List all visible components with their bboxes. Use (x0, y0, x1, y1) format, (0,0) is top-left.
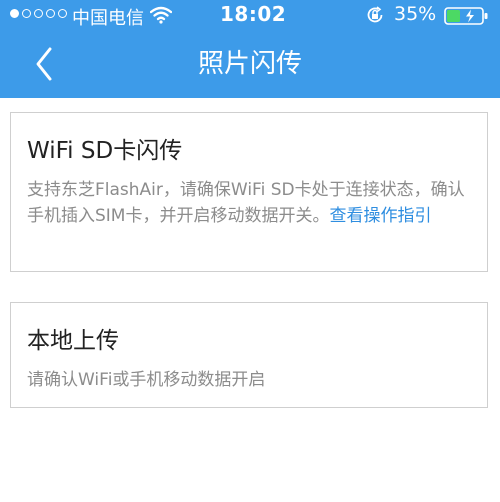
battery-icon (444, 7, 488, 25)
signal-dot (10, 9, 19, 18)
view-guide-link[interactable]: 查看操作指引 (329, 206, 431, 226)
wifi-sd-upload-card[interactable]: WiFi SD卡闪传 支持东芝FlashAir，请确保WiFi SD卡处于连接状… (10, 112, 488, 272)
page-title: 照片闪传 (197, 49, 302, 79)
battery-percent: 35% (394, 3, 437, 25)
signal-dot (46, 9, 55, 18)
status-bar: 中国电信 18:02 35% (0, 0, 500, 30)
app-header: 中国电信 18:02 35% 照片闪传 (0, 0, 500, 98)
local-upload-card[interactable]: 本地上传 请确认WiFi或手机移动数据开启 (10, 302, 488, 408)
rotation-lock-icon (367, 6, 383, 23)
navigation-bar: 照片闪传 (0, 30, 500, 98)
card-description: 请确认WiFi或手机移动数据开启 (27, 370, 266, 390)
signal-dot (58, 9, 67, 18)
card-description: 支持东芝FlashAir，请确保WiFi SD卡处于连接状态，确认手机插入SIM… (27, 177, 477, 229)
signal-dot (22, 9, 31, 18)
carrier-name: 中国电信 (72, 8, 144, 29)
wifi-icon (150, 6, 172, 24)
card-title: WiFi SD卡闪传 (27, 138, 183, 164)
signal-dot (34, 9, 43, 18)
card-title: 本地上传 (27, 328, 119, 354)
status-time: 18:02 (220, 2, 287, 26)
signal-strength-icon (10, 9, 67, 18)
